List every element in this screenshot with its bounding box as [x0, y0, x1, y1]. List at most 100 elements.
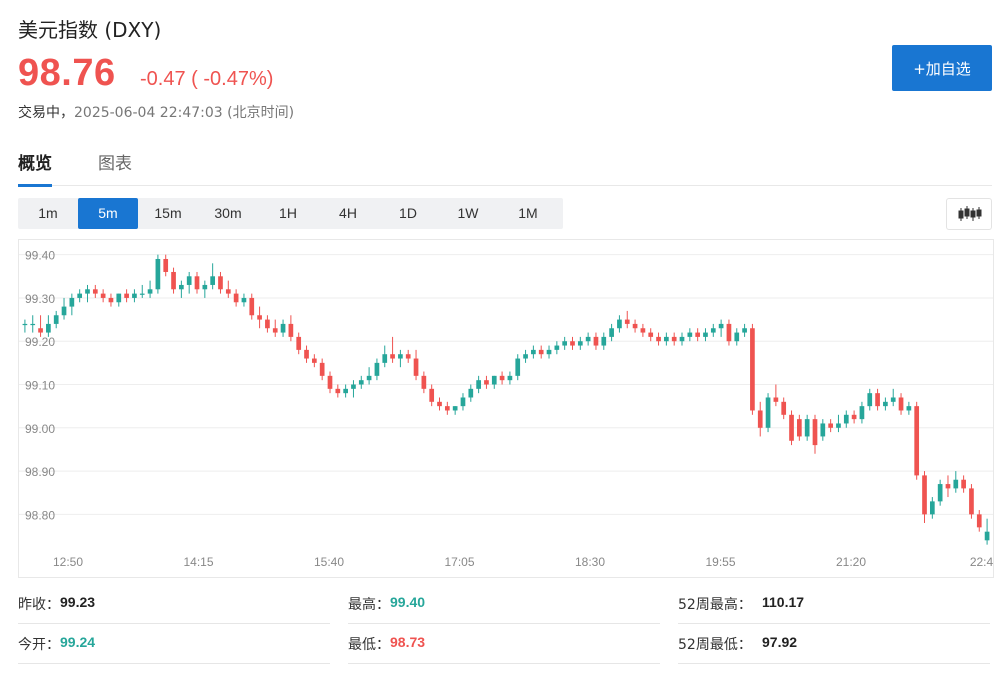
candle-body [804, 419, 810, 437]
tab-bar: 概览 图表 [18, 145, 992, 187]
candle-body [85, 289, 90, 294]
x-tick-label: 22:4 [970, 555, 993, 569]
period-5m[interactable]: 5m [78, 198, 138, 229]
candle-body [319, 362, 325, 376]
candle-body [100, 293, 106, 298]
candlestick-chart[interactable]: 99.40 99.30 99.20 99.10 99.00 98.90 98.80 12:50… [19, 240, 994, 577]
candle-body [405, 354, 411, 359]
candle-body [398, 354, 403, 359]
y-tick-label: 99.10 [25, 379, 55, 393]
tab-chart[interactable]: 图表 [98, 149, 132, 184]
candle-body [531, 349, 536, 355]
candle-body [577, 341, 583, 346]
candle-body [77, 293, 83, 298]
candle-body [632, 323, 638, 329]
period-selector: 1m 5m 15m 30m 1H 4H 1D 1W 1M [18, 198, 563, 229]
candle-body [593, 336, 599, 346]
y-tick-label: 99.00 [25, 422, 55, 436]
candle-body [46, 323, 51, 333]
candle-body [390, 354, 395, 359]
candle-body [570, 341, 575, 346]
candle-body [773, 397, 779, 402]
last-price: 98.76 [18, 52, 116, 94]
period-1m[interactable]: 1m [18, 198, 78, 229]
period-30m[interactable]: 30m [198, 198, 258, 229]
candle-body [335, 388, 341, 394]
period-4h[interactable]: 4H [318, 198, 378, 229]
candle-body [515, 358, 521, 376]
period-15m[interactable]: 15m [138, 198, 198, 229]
stat-cell: 52周最高： 110.17 [678, 590, 990, 624]
candle-body [789, 414, 794, 441]
chart-type-button[interactable] [946, 198, 992, 230]
price-chart[interactable]: 99.40 99.30 99.20 99.10 99.00 98.90 98.80 12:50… [18, 239, 994, 578]
candle-body [648, 332, 654, 337]
stat-cell: 今开： 99.24 [18, 630, 330, 664]
candle-body [225, 289, 231, 294]
x-tick-label: 15:40 [314, 555, 344, 569]
candle-body [69, 297, 75, 307]
stat-value: 99.40 [390, 594, 426, 610]
candle-body [327, 375, 333, 389]
candle-body [867, 393, 873, 407]
candle-body [452, 406, 458, 411]
stat-label: 52周最低： [678, 637, 752, 653]
y-tick-label: 99.30 [25, 292, 55, 306]
candle-body [875, 393, 880, 407]
candle-body [851, 414, 857, 420]
stat-value: 97.92 [762, 634, 798, 650]
candle-body [288, 323, 294, 337]
candle-body [922, 475, 927, 515]
candle-body [358, 380, 364, 385]
candle-body [241, 297, 247, 303]
candle-body [585, 336, 591, 342]
candle-body [202, 284, 208, 290]
candle-body [460, 397, 466, 407]
candle-body [742, 328, 747, 333]
period-1m[interactable]: 1M [498, 198, 558, 229]
candle-body [601, 336, 607, 346]
y-tick-label: 99.40 [25, 249, 55, 263]
candle-body [132, 293, 137, 298]
price-change: -0.47 ( -0.47%) [140, 68, 274, 90]
candle-body [820, 423, 826, 437]
candle-body [171, 271, 176, 290]
candle-body [116, 293, 122, 303]
stat-label: 最低： [348, 637, 390, 653]
stat-value: 110.17 [762, 594, 805, 610]
x-tick-label: 14:15 [183, 555, 213, 569]
stat-cell: 最高： 99.40 [348, 590, 660, 624]
period-1w[interactable]: 1W [438, 198, 498, 229]
candle-body [937, 484, 943, 502]
candle-body [257, 315, 262, 320]
candle-body [726, 323, 732, 342]
instrument-title: 美元指数 (DXY) [18, 18, 162, 42]
candle-body [765, 397, 771, 428]
candle-body [609, 328, 614, 337]
candle-body [61, 306, 67, 316]
candle-body [734, 332, 740, 342]
candle-body [108, 297, 114, 303]
candle-body [617, 319, 622, 329]
candlestick-icon [958, 206, 982, 221]
candle-body [312, 358, 317, 363]
period-1h[interactable]: 1H [258, 198, 318, 229]
y-tick-label: 99.20 [25, 335, 55, 349]
stat-value: 99.23 [60, 594, 96, 610]
candle-body [22, 323, 28, 326]
candle-body [890, 397, 896, 402]
candle-body [272, 328, 278, 333]
candle-body [437, 401, 442, 407]
tab-overview[interactable]: 概览 [18, 149, 52, 187]
stat-label: 昨收： [18, 597, 60, 613]
add-to-watchlist-button[interactable]: +加自选 [892, 45, 992, 91]
period-1d[interactable]: 1D [378, 198, 438, 229]
y-tick-label: 98.90 [25, 465, 55, 479]
candle-body [382, 354, 388, 363]
candle-body [546, 349, 552, 355]
y-tick-label: 98.80 [25, 508, 55, 522]
candle-body [374, 362, 380, 376]
quote-timestamp: 2025-06-04 22:47:03 (北京时间) [74, 105, 295, 121]
candle-body [781, 401, 787, 415]
candle-body [710, 328, 716, 333]
